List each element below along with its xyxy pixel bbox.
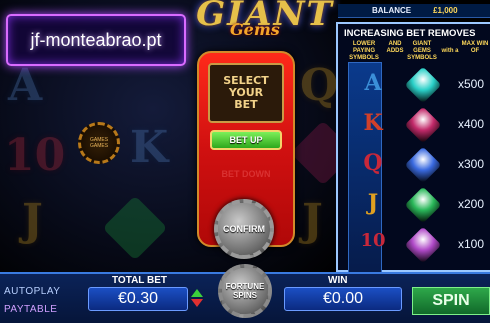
bet-info-title: INCREASING BET REMOVES bbox=[344, 28, 476, 39]
coin-badge-icon: GAMES GAMES bbox=[78, 122, 120, 164]
header-giant-gems: GIANT GEMS SYMBOLS bbox=[407, 41, 437, 61]
gem-icon bbox=[404, 186, 442, 224]
reel-gem-red bbox=[290, 120, 340, 186]
reel-symbol-j2: J bbox=[302, 195, 323, 246]
total-bet-value: €0.30 bbox=[88, 287, 188, 311]
select-bet-box: SELECT YOUR BET bbox=[208, 63, 284, 123]
reel-symbol-q: Q bbox=[300, 60, 339, 111]
bet-info-row: Jx200 bbox=[346, 186, 490, 226]
confirm-button[interactable]: CONFIRM bbox=[214, 199, 274, 259]
bet-info-rows: Ax500 Kx400 Qx300 Jx200 10 x100 bbox=[346, 66, 490, 266]
win-value: €0.00 bbox=[284, 287, 402, 311]
gem-icon bbox=[404, 146, 442, 184]
gem-icon bbox=[404, 66, 442, 104]
bet-info-symbol: 10 bbox=[360, 230, 386, 251]
reel-symbol-k: K bbox=[130, 122, 169, 173]
header-lower-paying: LOWER PAYING SYMBOLS bbox=[349, 41, 379, 61]
reel-symbol-10: 10 bbox=[4, 130, 66, 181]
arrow-down-icon[interactable] bbox=[191, 299, 203, 307]
confirm-label: CONFIRM bbox=[223, 224, 265, 234]
fortune-spins-label: FORTUNE SPINS bbox=[225, 282, 265, 300]
header-max-win: MAX WIN OF bbox=[461, 41, 489, 54]
balance-bar: BALANCE £1,000 bbox=[338, 4, 490, 18]
bet-info-multiplier: x500 bbox=[458, 77, 485, 91]
bet-info-row: 10 x100 bbox=[346, 226, 490, 266]
game-logo: GIANT Gems bbox=[190, 0, 340, 42]
fortune-spins-button[interactable]: FORTUNE SPINS bbox=[218, 264, 272, 318]
bet-info-multiplier: x300 bbox=[458, 157, 485, 171]
bet-info-row: Kx400 bbox=[346, 106, 490, 146]
bet-down-button[interactable]: BET DOWN bbox=[210, 164, 282, 184]
gem-icon bbox=[404, 226, 442, 264]
bet-info-multiplier: x200 bbox=[458, 197, 485, 211]
spin-button[interactable]: SPIN bbox=[412, 287, 490, 315]
watermark-badge: jf-monteabrao.pt bbox=[6, 14, 186, 66]
bet-arrows[interactable] bbox=[190, 287, 204, 311]
coin-badge-text: GAMES GAMES bbox=[89, 137, 109, 149]
bet-info-symbol: Q bbox=[363, 150, 383, 176]
paytable-button[interactable]: PAYTABLE bbox=[4, 304, 84, 317]
win-label: WIN bbox=[328, 275, 348, 286]
balance-label: BALANCE bbox=[372, 6, 412, 15]
gem-icon bbox=[404, 106, 442, 144]
logo-subtitle: Gems bbox=[230, 20, 280, 39]
bet-info-row: Qx300 bbox=[346, 146, 490, 186]
total-bet-label: TOTAL BET bbox=[112, 275, 167, 286]
select-bet-text: SELECT YOUR BET bbox=[223, 74, 269, 111]
bet-info-symbol: A bbox=[364, 70, 382, 96]
bet-info-row: Ax500 bbox=[346, 66, 490, 106]
bet-up-button[interactable]: BET UP bbox=[210, 130, 282, 150]
watermark-text: jf-monteabrao.pt bbox=[30, 29, 162, 50]
balance-value: £1,000 bbox=[433, 6, 458, 15]
header-with-a: with a bbox=[441, 48, 459, 54]
bet-info-symbol: K bbox=[363, 110, 383, 136]
bet-info-multiplier: x400 bbox=[458, 117, 485, 131]
bet-info-panel: INCREASING BET REMOVES LOWER PAYING SYMB… bbox=[336, 22, 490, 276]
bet-info-symbol: J bbox=[367, 190, 379, 216]
reel-symbol-j: J bbox=[22, 195, 43, 246]
header-and-adds: AND ADDS bbox=[386, 41, 404, 54]
reel-gem-green bbox=[102, 195, 168, 261]
bet-info-multiplier: x100 bbox=[458, 237, 485, 251]
arrow-up-icon[interactable] bbox=[191, 289, 203, 297]
autoplay-button[interactable]: AUTOPLAY bbox=[4, 286, 84, 299]
reel-symbol-a: A bbox=[8, 60, 43, 111]
